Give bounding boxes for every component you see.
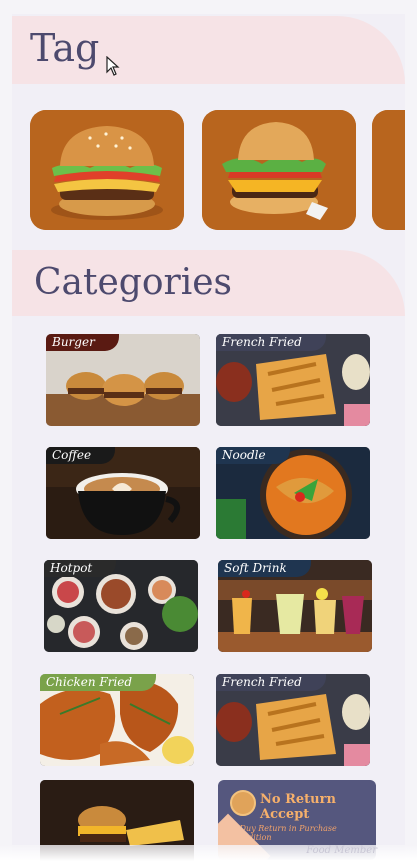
category-label: Hotpot bbox=[44, 560, 117, 577]
app-frame: Tag Categories Burger French Fried Coffe… bbox=[12, 14, 405, 861]
tag-card-cheeseburger[interactable] bbox=[202, 110, 356, 230]
promo-title: No Return Accept bbox=[260, 792, 336, 822]
tag-carousel[interactable] bbox=[30, 110, 405, 234]
categories-title: Categories bbox=[34, 262, 232, 303]
burger-image bbox=[30, 110, 184, 230]
tag-card-partial[interactable] bbox=[372, 110, 405, 230]
category-label: Soft Drink bbox=[218, 560, 311, 577]
category-label: French Fried bbox=[216, 674, 326, 691]
category-card-chicken-fried[interactable]: Chicken Fried bbox=[40, 674, 194, 766]
footer-text: Food Member bbox=[306, 845, 377, 856]
category-card-coffee[interactable]: Coffee bbox=[46, 447, 200, 539]
category-label: Burger bbox=[46, 334, 119, 351]
category-label: French Fried bbox=[216, 334, 326, 351]
tag-title: Tag bbox=[30, 26, 100, 70]
tag-card-burger[interactable] bbox=[30, 110, 184, 230]
category-label: Coffee bbox=[46, 447, 116, 464]
category-card-soft-drink[interactable]: Soft Drink bbox=[218, 560, 372, 652]
category-card-french-fried-2[interactable]: French Fried bbox=[216, 674, 370, 766]
category-card-noodle[interactable]: Noodle bbox=[216, 447, 370, 539]
promo-badge-icon bbox=[230, 790, 256, 816]
category-card-hotpot[interactable]: Hotpot bbox=[44, 560, 198, 652]
category-label: Chicken Fried bbox=[40, 674, 157, 691]
categories-header: Categories bbox=[12, 250, 405, 316]
cheeseburger-image bbox=[202, 110, 356, 230]
food-image bbox=[372, 110, 405, 230]
category-card-french-fried[interactable]: French Fried bbox=[216, 334, 370, 426]
category-card-burger[interactable]: Burger bbox=[46, 334, 200, 426]
tag-header: Tag bbox=[12, 16, 405, 84]
mouse-cursor-icon bbox=[106, 56, 120, 76]
footer-bar: Food Member bbox=[0, 845, 417, 861]
category-label: Noodle bbox=[216, 447, 290, 464]
